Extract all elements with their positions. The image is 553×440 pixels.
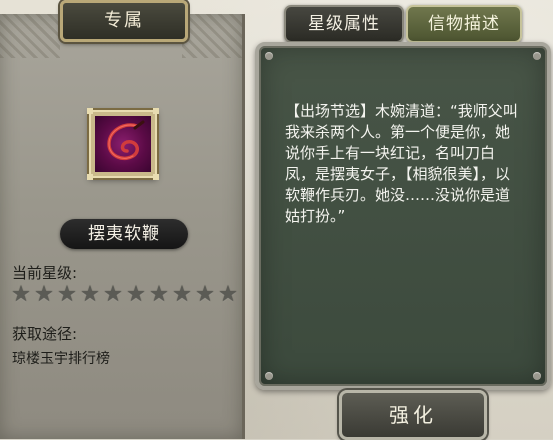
whip-icon: [107, 120, 145, 161]
source-value: 琼楼玉宇排行榜: [12, 351, 110, 367]
star-icon: ★: [11, 282, 31, 307]
star-icon: ★: [149, 282, 169, 307]
description-text: 【出场节选】木婉清道：“我师父叫我来杀两个人。第一个便是你，她说你手上有一块红记…: [285, 102, 518, 225]
decorative-pattern: [182, 14, 242, 58]
tab-star-attributes[interactable]: 星级属性: [284, 5, 404, 43]
star-icon: ★: [218, 282, 238, 307]
description-board: 【出场节选】木婉清道：“我师父叫我来杀两个人。第一个便是你，她说你手上有一块红记…: [255, 42, 551, 390]
decorative-pattern: [0, 14, 60, 58]
item-icon-frame[interactable]: [87, 108, 159, 180]
star-icon: ★: [172, 282, 192, 307]
current-star-label: 当前星级:: [12, 264, 78, 282]
tab-exclusive[interactable]: 专属: [60, 0, 188, 42]
source-label: 获取途径:: [12, 325, 78, 343]
star-icon: ★: [80, 282, 100, 307]
star-icon: ★: [126, 282, 146, 307]
item-name-badge: 摆夷软鞭: [60, 219, 188, 249]
star-icon: ★: [103, 282, 123, 307]
tab-item-description[interactable]: 信物描述: [406, 5, 522, 43]
strengthen-button[interactable]: 强化: [339, 390, 487, 440]
star-icon: ★: [195, 282, 215, 307]
star-rating: ★ ★ ★ ★ ★ ★ ★ ★ ★ ★: [10, 284, 239, 308]
star-icon: ★: [57, 282, 77, 307]
star-icon: ★: [34, 282, 54, 307]
item-icon-background: [95, 116, 151, 172]
